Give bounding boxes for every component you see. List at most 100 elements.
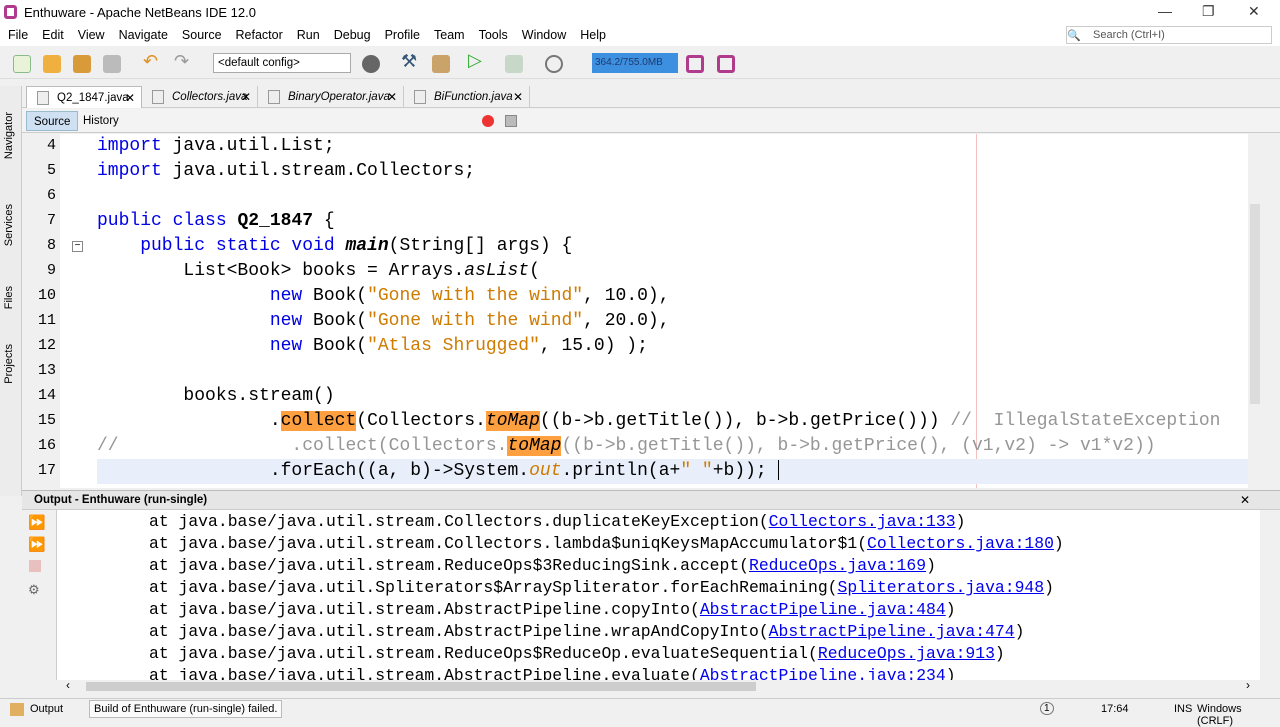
navigator-tab[interactable]: Navigator bbox=[3, 112, 15, 159]
open-project-icon[interactable] bbox=[73, 55, 91, 73]
browser-icon[interactable] bbox=[362, 55, 380, 73]
output-tab[interactable]: Output bbox=[30, 703, 63, 715]
side-navigation: Navigator Services Files Projects bbox=[0, 86, 22, 496]
stack-trace-link[interactable]: ReduceOps.java:169 bbox=[749, 556, 926, 575]
tab-bifunction-java[interactable]: BiFunction.java ✕ bbox=[404, 86, 530, 108]
stack-trace-link[interactable]: AbstractPipeline.java:484 bbox=[700, 600, 946, 619]
tab-collectors-java[interactable]: Collectors.java ✕ bbox=[142, 86, 258, 108]
maximize-button[interactable]: ❐ bbox=[1202, 3, 1215, 20]
output-text: at java.base/java.util.stream.AbstractPi… bbox=[149, 666, 700, 680]
stop-macro-icon[interactable] bbox=[505, 115, 517, 127]
menu-profile[interactable]: Profile bbox=[385, 28, 420, 42]
code-editor[interactable]: 4 5 6 7 8 9 10 11 12 13 14 15 16 17 − import java.uti… bbox=[22, 134, 1248, 488]
code-line: new Book("Gone with the wind", 20.0), bbox=[97, 309, 1248, 334]
code-token: Book( bbox=[313, 286, 368, 306]
undo-icon[interactable]: ↶ bbox=[143, 51, 161, 71]
code-token: import bbox=[97, 136, 173, 156]
code-line: new Book("Atlas Shrugged", 15.0) ); bbox=[97, 334, 1248, 359]
rerun-icon[interactable]: ⏩ bbox=[28, 514, 45, 531]
menu-source[interactable]: Source bbox=[182, 28, 222, 42]
redo-icon[interactable]: ↷ bbox=[174, 51, 192, 71]
close-tab-icon[interactable]: ✕ bbox=[513, 90, 523, 104]
source-button[interactable]: Source bbox=[26, 111, 79, 131]
code-token: (Collectors. bbox=[356, 411, 486, 431]
new-project-icon[interactable] bbox=[43, 55, 61, 73]
code-token: // IllegalStateException bbox=[950, 411, 1221, 431]
code-token: Q2_1847 bbox=[237, 211, 314, 231]
tab-binaryoperator-java[interactable]: BinaryOperator.java ✕ bbox=[258, 86, 404, 108]
output-line: at java.base/java.util.stream.AbstractPi… bbox=[149, 599, 956, 621]
settings-icon[interactable]: ⚙ bbox=[28, 582, 40, 598]
services-tab[interactable]: Services bbox=[3, 204, 15, 246]
new-file-icon[interactable] bbox=[13, 55, 31, 73]
rerun-with-params-icon[interactable]: ⏩ bbox=[28, 536, 45, 553]
memory-indicator[interactable]: 364.2/755.0MB bbox=[592, 53, 678, 73]
code-token: "Gone with the wind" bbox=[367, 286, 584, 306]
stack-trace-link[interactable]: AbstractPipeline.java:474 bbox=[769, 622, 1015, 641]
stack-trace-link[interactable]: Collectors.java:180 bbox=[867, 534, 1054, 553]
menu-view[interactable]: View bbox=[78, 28, 105, 42]
output-panel-header: Output - Enthuware (run-single) ✕ bbox=[22, 490, 1280, 510]
menu-help[interactable]: Help bbox=[580, 28, 606, 42]
profile-ide-icon[interactable] bbox=[686, 55, 704, 73]
menu-team[interactable]: Team bbox=[434, 28, 465, 42]
menu-window[interactable]: Window bbox=[522, 28, 566, 42]
editor-vertical-scrollbar[interactable] bbox=[1248, 134, 1262, 488]
code-line: public class Q2_1847 { bbox=[97, 209, 1248, 234]
code-token: . bbox=[97, 411, 281, 431]
output-line: at java.base/java.util.stream.AbstractPi… bbox=[149, 665, 956, 680]
close-button[interactable]: ✕ bbox=[1248, 3, 1260, 20]
code-token: public static void bbox=[97, 236, 346, 256]
run-icon[interactable]: ▷ bbox=[468, 50, 486, 70]
snapshot-icon[interactable] bbox=[717, 55, 735, 73]
output-horizontal-scrollbar[interactable]: ‹ › bbox=[56, 678, 1260, 693]
netbeans-logo-icon bbox=[4, 5, 17, 19]
tab-q2_1847-java[interactable]: Q2_1847.java ✕ bbox=[26, 86, 142, 108]
fold-collapse-icon[interactable]: − bbox=[72, 241, 83, 252]
menu-debug[interactable]: Debug bbox=[334, 28, 371, 42]
stack-trace-link[interactable]: Spliterators.java:948 bbox=[838, 578, 1045, 597]
build-icon[interactable]: ⚒ bbox=[401, 51, 419, 71]
projects-tab[interactable]: Projects bbox=[3, 344, 15, 384]
close-output-icon[interactable]: ✕ bbox=[1240, 493, 1250, 507]
output-line: at java.base/java.util.Spliterators$Arra… bbox=[149, 577, 1054, 599]
code-token: import bbox=[97, 161, 173, 181]
tab-label: Collectors.java bbox=[172, 91, 248, 103]
stop-icon[interactable] bbox=[29, 560, 41, 572]
menu-refactor[interactable]: Refactor bbox=[236, 28, 283, 42]
java-file-icon bbox=[37, 91, 49, 105]
stack-trace-link[interactable]: AbstractPipeline.java:234 bbox=[700, 666, 946, 680]
history-button[interactable]: History bbox=[76, 111, 126, 131]
title-bar: Enthuware - Apache NetBeans IDE 12.0 — ❐… bbox=[0, 0, 1280, 24]
menu-run[interactable]: Run bbox=[297, 28, 320, 42]
line-number: 16 bbox=[37, 437, 56, 454]
line-number: 11 bbox=[37, 312, 56, 329]
scroll-left-icon[interactable]: ‹ bbox=[66, 678, 70, 692]
menu-edit[interactable]: Edit bbox=[42, 28, 64, 42]
search-input[interactable]: Search (Ctrl+I) bbox=[1066, 26, 1272, 44]
output-console[interactable]: at java.base/java.util.stream.Collectors… bbox=[56, 510, 1260, 680]
save-all-icon[interactable] bbox=[103, 55, 121, 73]
java-file-icon bbox=[268, 90, 280, 104]
clean-build-icon[interactable] bbox=[432, 55, 450, 73]
profile-icon[interactable] bbox=[545, 55, 563, 73]
scroll-right-icon[interactable]: › bbox=[1246, 678, 1250, 692]
menu-tools[interactable]: Tools bbox=[479, 28, 508, 42]
insert-mode: INS bbox=[1174, 703, 1193, 715]
line-number: 17 bbox=[37, 462, 56, 479]
stack-trace-link[interactable]: ReduceOps.java:913 bbox=[818, 644, 995, 663]
config-dropdown[interactable]: <default config> bbox=[213, 53, 351, 73]
menu-file[interactable]: File bbox=[8, 28, 28, 42]
minimize-button[interactable]: — bbox=[1158, 3, 1172, 19]
close-tab-icon[interactable]: ✕ bbox=[387, 90, 397, 104]
status-bar: Output Build of Enthuware (run-single) f… bbox=[0, 698, 1280, 727]
close-tab-icon[interactable]: ✕ bbox=[241, 90, 251, 104]
record-macro-icon[interactable] bbox=[482, 115, 494, 127]
stack-trace-link[interactable]: Collectors.java:133 bbox=[769, 512, 956, 531]
files-tab[interactable]: Files bbox=[3, 286, 15, 309]
notifications-badge[interactable]: 1 bbox=[1040, 702, 1054, 715]
close-tab-icon[interactable]: ✕ bbox=[125, 91, 135, 105]
menu-navigate[interactable]: Navigate bbox=[119, 28, 168, 42]
output-text: ) bbox=[1014, 622, 1025, 641]
debug-icon[interactable] bbox=[505, 55, 523, 73]
